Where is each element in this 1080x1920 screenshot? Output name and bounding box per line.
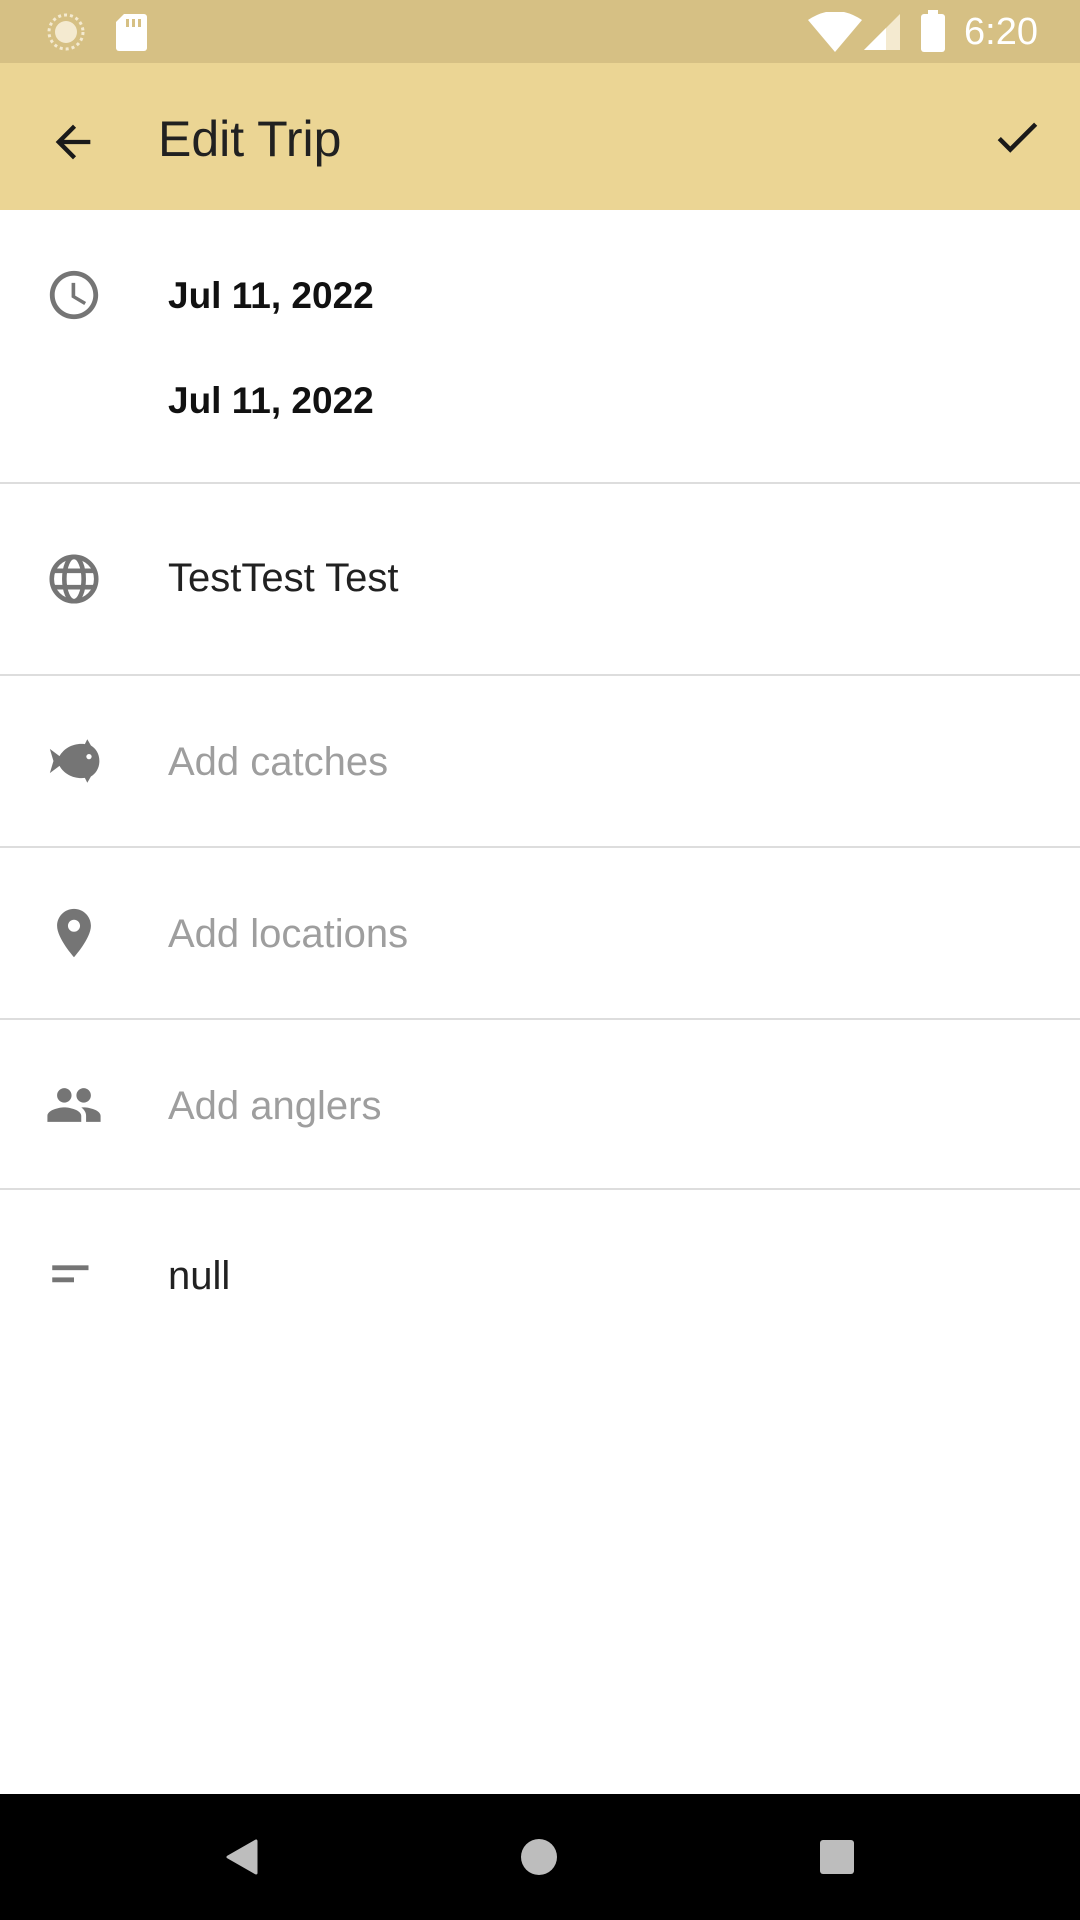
nav-back-button[interactable] <box>204 1819 280 1895</box>
date-range-row: Jul 11, 2022 Jul 11, 2022 <box>0 210 1080 482</box>
globe-icon <box>45 550 103 608</box>
app-bar: Edit Trip <box>0 63 1080 210</box>
people-icon <box>45 1076 103 1134</box>
nav-home-button[interactable] <box>501 1819 577 1895</box>
add-anglers-field[interactable]: Add anglers <box>168 1082 381 1130</box>
start-date[interactable]: Jul 11, 2022 <box>168 272 374 320</box>
notes-row[interactable]: null <box>0 1190 1080 1390</box>
cell-signal-icon <box>864 14 900 50</box>
clock-icon <box>45 266 103 324</box>
trip-name-row[interactable]: TestTest Test <box>0 484 1080 674</box>
nav-recents-icon <box>820 1840 854 1874</box>
anglers-row[interactable]: Add anglers <box>0 1020 1080 1190</box>
end-date[interactable]: Jul 11, 2022 <box>168 377 374 425</box>
add-catches-field[interactable]: Add catches <box>168 738 388 786</box>
save-button[interactable] <box>974 94 1060 180</box>
locations-row[interactable]: Add locations <box>0 848 1080 1018</box>
navigation-bar <box>0 1794 1080 1920</box>
wifi-icon <box>808 12 862 52</box>
back-button[interactable] <box>30 99 116 185</box>
arrow-back-icon <box>55 124 91 160</box>
status-bar: 6:20 <box>0 0 1080 63</box>
fish-icon <box>45 732 103 790</box>
location-pin-icon <box>45 904 103 962</box>
nav-back-icon <box>226 1839 258 1875</box>
sync-icon <box>47 13 85 51</box>
notes-field[interactable]: null <box>168 1252 230 1300</box>
page-title: Edit Trip <box>158 111 342 167</box>
nav-recents-button[interactable] <box>799 1819 875 1895</box>
sd-card-icon <box>116 14 147 51</box>
notes-icon <box>45 1246 103 1304</box>
status-time: 6:20 <box>964 11 1038 53</box>
battery-icon <box>921 10 945 52</box>
nav-home-icon <box>521 1839 557 1875</box>
check-icon <box>997 122 1038 153</box>
catches-row[interactable]: Add catches <box>0 676 1080 846</box>
add-locations-field[interactable]: Add locations <box>168 910 408 958</box>
trip-name-field[interactable]: TestTest Test <box>168 554 398 602</box>
